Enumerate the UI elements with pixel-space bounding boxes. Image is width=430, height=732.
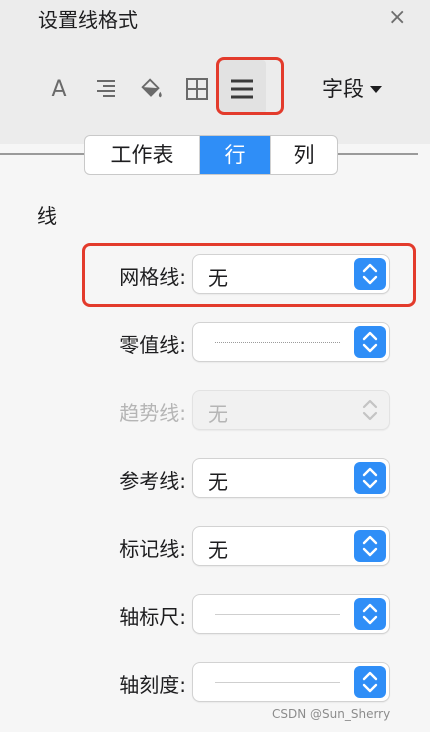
axis-rulers-popup[interactable] xyxy=(192,594,390,634)
scope-segmented-control: 工作表 行 列 xyxy=(84,135,338,175)
tab-rows[interactable]: 行 xyxy=(200,136,271,174)
chevron-updown-icon xyxy=(354,394,386,426)
drop-lines-popup[interactable]: 无 xyxy=(192,526,390,566)
section-title: 线 xyxy=(37,204,57,228)
watermark: CSDN @Sun_Sherry xyxy=(272,707,391,721)
trend-lines-label: 趋势线: xyxy=(119,401,186,425)
reference-lines-label: 参考线: xyxy=(119,469,186,493)
solid-line-sample xyxy=(215,682,340,683)
tab-columns[interactable]: 列 xyxy=(271,136,337,174)
grid-lines-annotation xyxy=(82,243,416,307)
trend-lines-value: 无 xyxy=(208,402,228,426)
solid-line-sample xyxy=(215,614,340,615)
chevron-updown-icon xyxy=(354,598,386,630)
borders-icon[interactable] xyxy=(184,76,210,102)
caret-down-icon xyxy=(370,85,382,93)
chevron-updown-icon xyxy=(354,462,386,494)
field-dropdown[interactable]: 字段 xyxy=(322,73,382,103)
chevron-updown-icon xyxy=(354,530,386,562)
drop-lines-label: 标记线: xyxy=(119,537,186,561)
axis-ticks-label: 轴刻度: xyxy=(119,673,186,697)
panel-title: 设置线格式 xyxy=(38,8,138,32)
drop-lines-value: 无 xyxy=(208,538,228,562)
fill-bucket-icon[interactable] xyxy=(138,76,164,102)
close-icon[interactable]: × xyxy=(388,4,406,32)
text-format-icon[interactable]: A xyxy=(46,76,72,102)
trend-lines-popup: 无 xyxy=(192,390,390,430)
panel-header: 设置线格式 × xyxy=(0,0,430,44)
align-icon[interactable] xyxy=(92,76,118,102)
zero-lines-popup[interactable] xyxy=(192,322,390,362)
field-dropdown-label: 字段 xyxy=(322,77,364,101)
reference-lines-popup[interactable]: 无 xyxy=(192,458,390,498)
dotted-line-sample xyxy=(215,342,340,343)
axis-rulers-label: 轴标尺: xyxy=(119,605,186,629)
tab-worksheet[interactable]: 工作表 xyxy=(85,136,200,174)
lines-tool-annotation xyxy=(216,57,284,115)
axis-ticks-popup[interactable] xyxy=(192,662,390,702)
chevron-updown-icon xyxy=(354,326,386,358)
chevron-updown-icon xyxy=(354,666,386,698)
zero-lines-label: 零值线: xyxy=(119,333,186,357)
reference-lines-value: 无 xyxy=(208,470,228,494)
